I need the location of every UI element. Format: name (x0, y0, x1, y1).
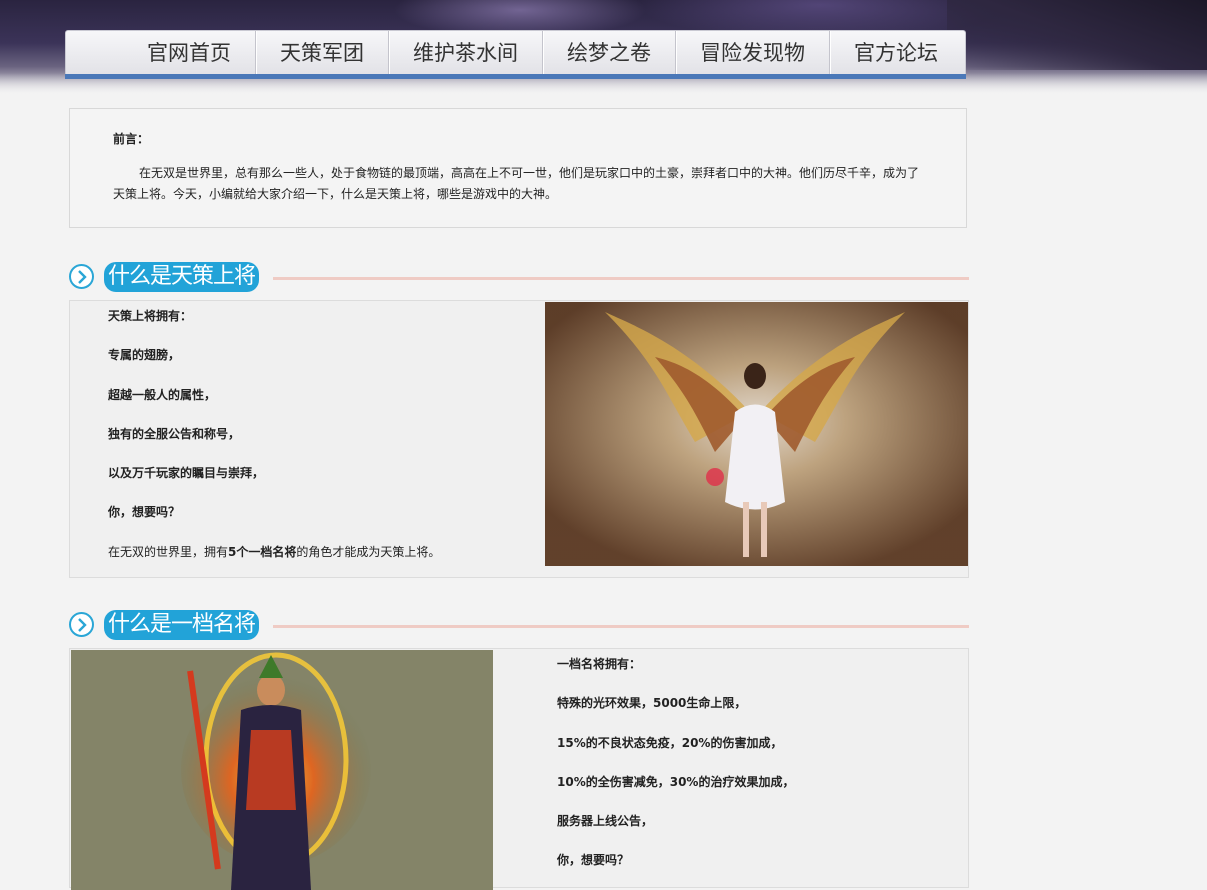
section-panel-tiance: 天策上将拥有： 专属的翅膀， 超越一般人的属性， 独有的全服公告和称号， 以及万… (69, 300, 969, 578)
feature-line: 10%的全伤害减免，30%的治疗效果加成， (557, 774, 795, 789)
chevron-right-icon (69, 264, 94, 289)
chevron-right-icon (69, 612, 94, 637)
section-header-top-general: 什么是一档名将 (69, 610, 969, 642)
feature-line: 15%的不良状态免疫，20%的伤害加成， (557, 735, 783, 750)
feature-line: 独有的全服公告和称号， (108, 426, 241, 441)
section-header-tiance: 什么是天策上将 (69, 262, 969, 294)
section-divider (273, 625, 969, 628)
nav-item-maintenance-lounge[interactable]: 维护茶水间 (389, 31, 543, 75)
section-title: 什么是天策上将 (104, 262, 260, 292)
nav-underline (65, 74, 966, 79)
feature-line: 超越一般人的属性， (108, 387, 217, 402)
nav-item-forum[interactable]: 官方论坛 (830, 31, 962, 75)
requirement-line: 在无双的世界里，拥有5个一档名将的角色才能成为天策上将。 (108, 544, 441, 559)
intro-heading: 前言： (113, 132, 150, 146)
feature-line: 你，想要吗？ (108, 505, 181, 520)
section-divider (273, 277, 969, 280)
section-panel-top-general: 一档名将拥有： 特殊的光环效果，5000生命上限， 15%的不良状态免疫，20%… (69, 648, 969, 890)
feature-line: 特殊的光环效果，5000生命上限， (557, 696, 747, 711)
intro-body: 在无双是世界里，总有那么一些人，处于食物链的最顶端，高高在上不可一世，他们是玩家… (113, 166, 920, 201)
feature-line: 一档名将拥有： (557, 657, 642, 671)
banner-brush-decoration (947, 0, 1207, 70)
winged-character-image (545, 302, 968, 566)
intro-box: 前言： 在无双是世界里，总有那么一些人，处于食物链的最顶端，高高在上不可一世，他… (69, 108, 967, 228)
nav-item-adventure-finds[interactable]: 冒险发现物 (676, 31, 830, 75)
feature-line: 以及万千玩家的瞩目与崇拜， (108, 466, 265, 481)
nav-item-dream-scroll[interactable]: 绘梦之卷 (543, 31, 676, 75)
feature-line: 专属的翅膀， (108, 348, 181, 363)
feature-line: 天策上将拥有： (108, 309, 193, 323)
nav-item-home[interactable]: 官网首页 (123, 31, 256, 75)
main-nav: 官网首页 天策军团 维护茶水间 绘梦之卷 冒险发现物 官方论坛 (65, 30, 966, 75)
section-title: 什么是一档名将 (104, 610, 260, 640)
nav-item-tiance-legion[interactable]: 天策军团 (256, 31, 389, 75)
armored-general-image (71, 650, 493, 890)
feature-line: 服务器上线公告， (557, 814, 654, 829)
